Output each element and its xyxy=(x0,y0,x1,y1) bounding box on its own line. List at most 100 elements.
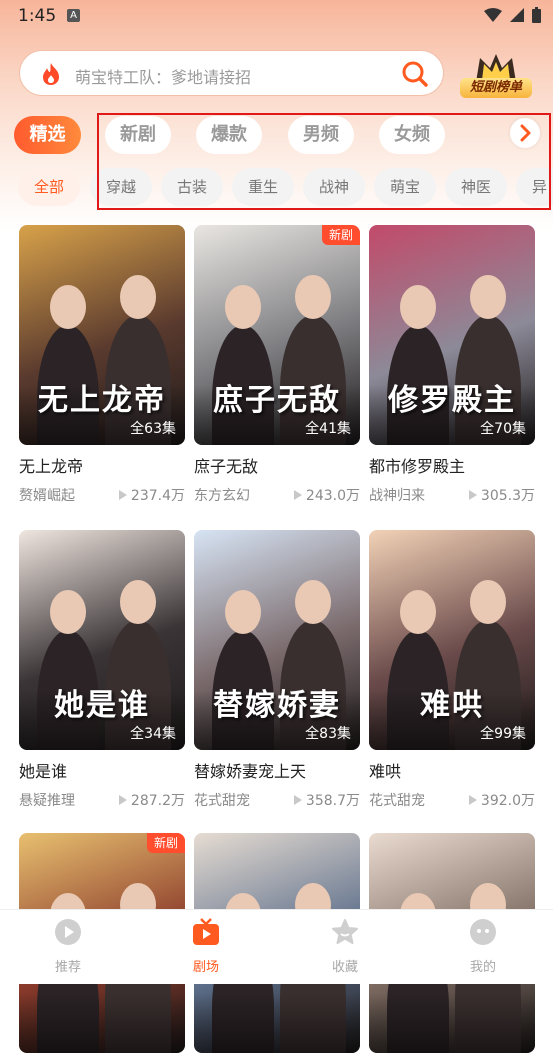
episode-count: 全41集 xyxy=(305,421,351,437)
search-placeholder: 萌宝特工队：爹地请接招 xyxy=(75,68,252,87)
poster-title-art: 她是谁 xyxy=(54,688,150,723)
nav-favorites[interactable]: 收藏 xyxy=(305,918,385,975)
view-count: 392.0万 xyxy=(468,790,535,810)
drama-poster[interactable]: 难哄全99集 xyxy=(369,530,535,750)
poster-figure-head xyxy=(120,275,156,319)
episode-count: 全83集 xyxy=(305,726,351,742)
view-count-value: 287.2万 xyxy=(130,793,185,809)
profile-face-icon xyxy=(470,919,496,945)
view-count: 287.2万 xyxy=(118,790,185,810)
poster-figure-head xyxy=(50,285,86,329)
drama-genre: 战神归来 xyxy=(369,488,425,504)
play-count-icon xyxy=(468,795,477,805)
poster-title-art: 庶子无敌 xyxy=(213,383,341,418)
highlight-box xyxy=(97,113,551,210)
drama-card[interactable]: 修罗殿主全70集都市修罗殿主战神归来 305.3万 xyxy=(369,225,535,505)
view-count-value: 305.3万 xyxy=(480,488,535,504)
drama-genre: 赘婿崛起 xyxy=(19,488,75,504)
drama-poster[interactable]: 替嫁娇妻全83集 xyxy=(194,530,360,750)
episode-count: 全99集 xyxy=(480,726,526,742)
search-bar[interactable]: 萌宝特工队：爹地请接招 xyxy=(19,50,444,96)
drama-meta: 东方玄幻 243.0万 xyxy=(194,485,360,505)
poster-title-art: 替嫁娇妻 xyxy=(213,688,341,723)
play-circle-icon xyxy=(55,919,81,945)
status-bar: 1:45 A xyxy=(0,0,553,32)
poster-gradient xyxy=(369,993,535,1053)
play-count-icon xyxy=(468,490,477,500)
drama-ranking-button[interactable]: 短剧榜单 xyxy=(456,50,536,100)
nav-profile[interactable]: 我的 xyxy=(443,918,523,975)
wifi-icon xyxy=(484,8,502,22)
view-count-value: 358.7万 xyxy=(305,793,360,809)
status-time: 1:45 xyxy=(18,6,57,26)
view-count-value: 392.0万 xyxy=(480,793,535,809)
nav-theater[interactable]: 剧场 xyxy=(166,918,246,975)
drama-card[interactable]: 庶子无敌 新剧 全41集 庶子无敌 东方玄幻 243.0万 xyxy=(194,225,360,505)
poster-figure-head xyxy=(400,590,436,634)
drama-meta: 花式甜宠 358.7万 xyxy=(194,790,360,810)
drama-meta: 战神归来 305.3万 xyxy=(369,485,535,505)
poster-figure-head xyxy=(225,590,261,634)
drama-meta: 赘婿崛起 237.4万 xyxy=(19,485,185,505)
poster-gradient xyxy=(19,993,185,1053)
drama-genre: 悬疑推理 xyxy=(19,793,75,809)
episode-count: 全70集 xyxy=(480,421,526,437)
play-count-icon xyxy=(118,490,127,500)
nav-recommend[interactable]: 推荐 xyxy=(28,918,108,975)
poster-figure-head xyxy=(120,580,156,624)
view-count-value: 243.0万 xyxy=(305,488,360,504)
drama-title[interactable]: 难哄 xyxy=(369,758,535,782)
ranking-label: 短剧榜单 xyxy=(460,78,532,98)
drama-poster[interactable]: 她是谁全34集 xyxy=(19,530,185,750)
episode-count: 全63集 xyxy=(130,421,176,437)
poster-figure-head xyxy=(50,590,86,634)
nav-theater-label: 剧场 xyxy=(192,960,219,975)
drama-poster[interactable]: 修罗殿主全70集 xyxy=(369,225,535,445)
drama-title[interactable]: 她是谁 xyxy=(19,758,185,782)
poster-figure-head xyxy=(225,285,261,329)
play-count-icon xyxy=(293,795,302,805)
nav-profile-label: 我的 xyxy=(469,960,496,975)
drama-title[interactable]: 庶子无敌 xyxy=(194,453,360,477)
new-drama-badge: 新剧 xyxy=(322,225,360,245)
drama-genre: 花式甜宠 xyxy=(194,793,250,809)
drama-title[interactable]: 都市修罗殿主 xyxy=(369,453,535,477)
view-count: 358.7万 xyxy=(293,790,360,810)
signal-icon xyxy=(510,8,524,22)
search-icon[interactable] xyxy=(401,60,429,88)
battery-icon xyxy=(532,7,541,23)
poster-figure-head xyxy=(295,580,331,624)
episode-count: 全34集 xyxy=(130,726,176,742)
poster-figure-head xyxy=(470,275,506,319)
drama-meta: 悬疑推理 287.2万 xyxy=(19,790,185,810)
drama-card[interactable]: 替嫁娇妻全83集替嫁娇妻宠上天花式甜宠 358.7万 xyxy=(194,530,360,810)
tab-featured[interactable]: 精选 xyxy=(14,116,81,154)
drama-title[interactable]: 替嫁娇妻宠上天 xyxy=(194,758,360,782)
drama-genre: 花式甜宠 xyxy=(369,793,425,809)
drama-card[interactable]: 难哄 全99集 难哄 花式甜宠 392.0万 xyxy=(369,530,535,810)
flame-icon xyxy=(43,63,59,85)
nav-favorites-label: 收藏 xyxy=(331,960,358,975)
drama-title[interactable]: 无上龙帝 xyxy=(19,453,185,477)
drama-meta: 花式甜宠 392.0万 xyxy=(369,790,535,810)
play-count-icon xyxy=(118,795,127,805)
tv-icon xyxy=(193,918,219,945)
poster-figure-head xyxy=(400,285,436,329)
poster-title-art: 难哄 xyxy=(420,688,484,723)
notification-a-icon: A xyxy=(67,9,80,22)
poster-figure-head xyxy=(470,580,506,624)
star-icon xyxy=(332,919,358,944)
view-count: 305.3万 xyxy=(468,485,535,505)
play-count-icon xyxy=(293,490,302,500)
poster-title-art: 修罗殿主 xyxy=(388,383,516,418)
bottom-navigation: 推荐 剧场 收藏 我的 xyxy=(0,909,553,984)
drama-card[interactable]: 无上龙帝 全63集 无上龙帝 赘婿崛起 237.4万 xyxy=(19,225,185,505)
drama-card[interactable]: 她是谁 全34集 她是谁 悬疑推理 287.2万 xyxy=(19,530,185,810)
poster-title-art: 无上龙帝 xyxy=(38,383,166,418)
drama-poster[interactable]: 无上龙帝全63集 xyxy=(19,225,185,445)
new-drama-badge: 新剧 xyxy=(147,833,185,853)
drama-genre: 东方玄幻 xyxy=(194,488,250,504)
category-all[interactable]: 全部 xyxy=(18,168,80,206)
drama-poster[interactable]: 庶子无敌 新剧全41集 xyxy=(194,225,360,445)
view-count: 237.4万 xyxy=(118,485,185,505)
